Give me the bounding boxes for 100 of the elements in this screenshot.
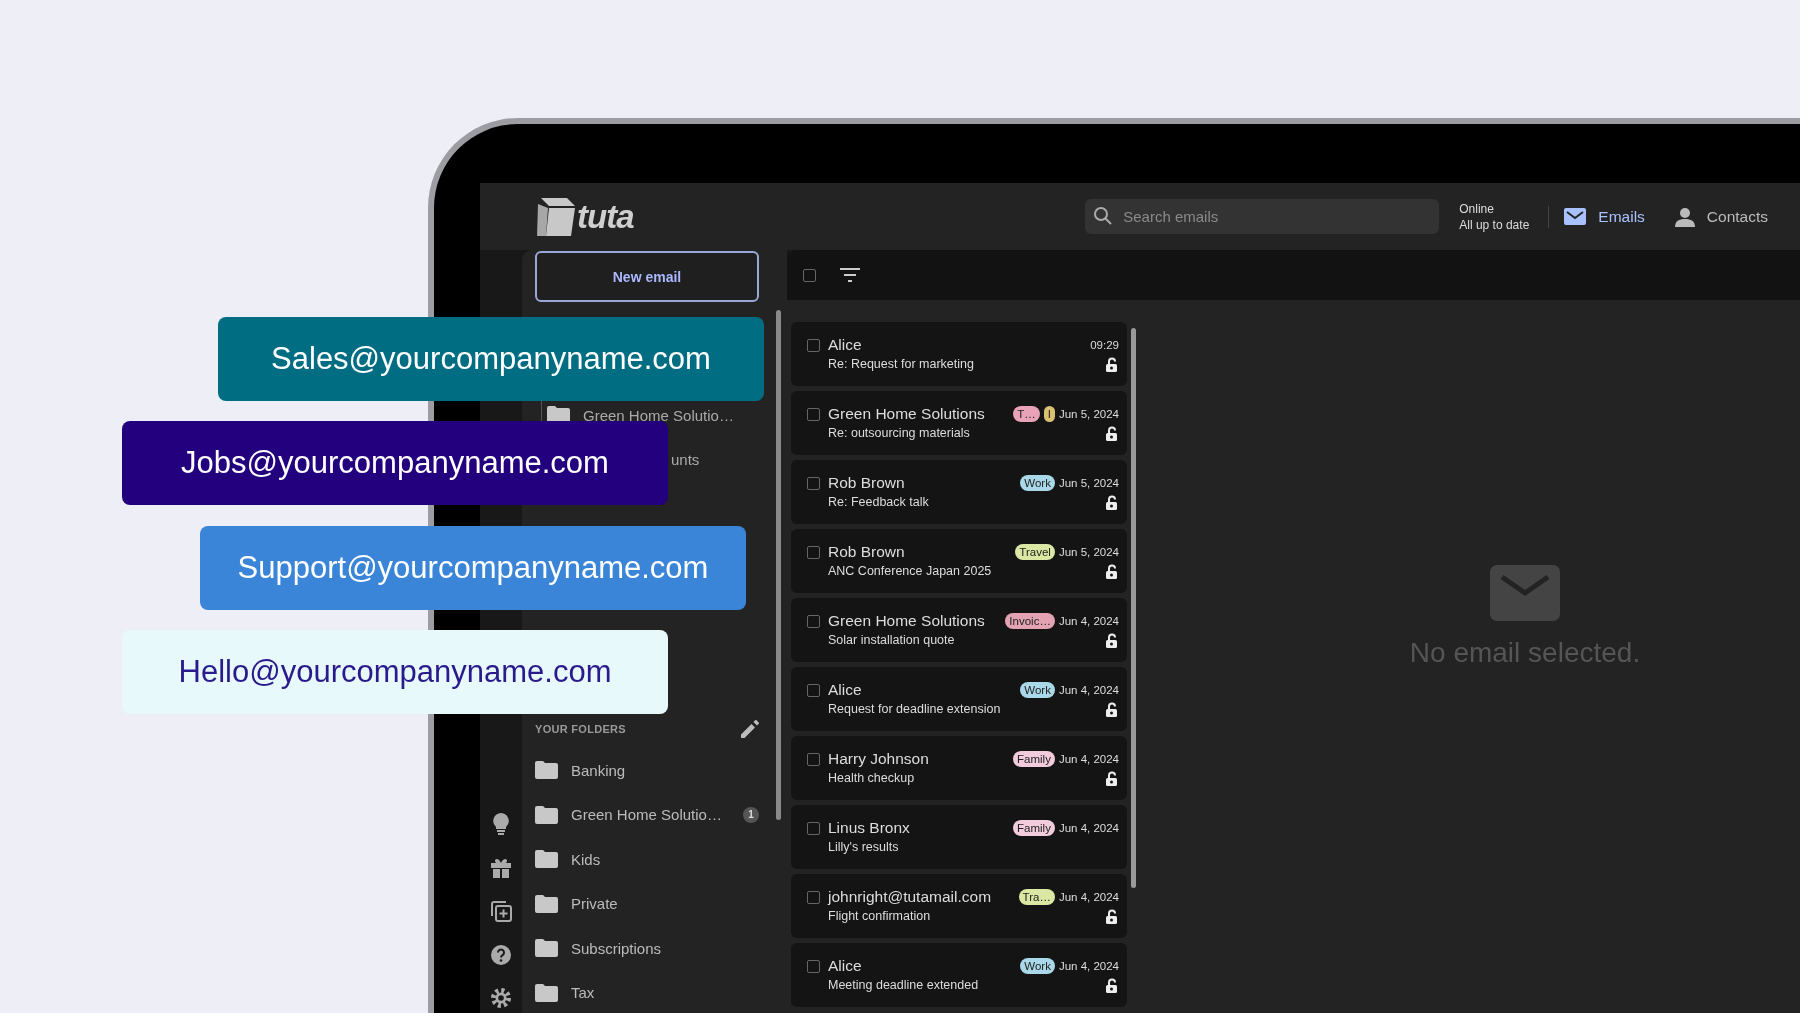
email-row[interactable]: Green Home Solutions T… I Jun 5, 2024 Re: outsourcing materials (791, 391, 1127, 455)
email-subject: Health checkup (828, 771, 916, 786)
checkbox[interactable] (803, 268, 816, 282)
label-tag: Work (1020, 958, 1055, 974)
sender-name: Rob Brown (828, 543, 906, 561)
folder-item[interactable]: Tax (571, 984, 759, 1002)
email-date: Jun 4, 2024 (1058, 822, 1119, 834)
unread-badge: 1 (743, 806, 759, 823)
sender-name: Rob Brown (828, 474, 906, 492)
email-row[interactable]: Alice Work Jun 4, 2024 Meeting deadline extended (791, 943, 1127, 1007)
nav-tab[interactable]: Emails (1564, 207, 1645, 226)
email-date: Jun 4, 2024 (1058, 753, 1119, 765)
folder-icon (535, 983, 558, 1002)
search-field[interactable]: Search emails (1085, 199, 1440, 234)
email-row[interactable]: Alice Work Jun 4, 2024 Request for deadline extension (791, 667, 1127, 731)
checkbox[interactable] (807, 614, 820, 628)
logo-text: tuta (577, 197, 634, 236)
folder-item[interactable]: Kids (571, 850, 759, 868)
section-heading: YOUR FOLDERS (535, 723, 626, 735)
checkbox[interactable] (807, 821, 820, 835)
checkbox[interactable] (807, 338, 820, 352)
scrollbar[interactable] (776, 310, 781, 820)
email-row[interactable]: Harry Johnson Family Jun 4, 2024 Health checkup (791, 736, 1127, 800)
folder-item[interactable]: Green Home Solutio… (571, 806, 730, 824)
address-card: Hello@yourcompanyname.com (122, 630, 668, 714)
envelope-icon (1490, 565, 1560, 621)
label-tag: T… (1013, 406, 1040, 422)
label-tag: Travel (1015, 544, 1055, 560)
sender-name: Linus Bronx (828, 819, 911, 837)
person-icon (1674, 206, 1695, 227)
lightbulb-icon[interactable] (493, 813, 509, 835)
gift-icon[interactable] (491, 858, 511, 878)
scrollbar[interactable] (1131, 328, 1136, 888)
email-date: Jun 5, 2024 (1058, 546, 1119, 558)
email-subject: Meeting deadline extended (828, 978, 980, 993)
email-subject: Solar installation quote (828, 633, 956, 648)
email-row[interactable]: Linus Bronx Family Jun 4, 2024 Lilly's results (791, 805, 1127, 869)
filter-icon[interactable] (840, 268, 860, 282)
email-date: Jun 5, 2024 (1058, 408, 1119, 420)
checkbox[interactable] (807, 752, 820, 766)
email-date: 09:29 (1090, 339, 1119, 351)
address-card: Sales@yourcompanyname.com (218, 317, 764, 401)
email-subject: Flight confirmation (828, 909, 932, 924)
checkbox[interactable] (807, 890, 820, 904)
folder-icon (535, 805, 558, 824)
envelope-icon (1564, 208, 1587, 225)
sender-name: Harry Johnson (828, 750, 930, 768)
search-icon (1093, 206, 1114, 226)
email-date: Jun 5, 2024 (1058, 477, 1119, 489)
email-date: Jun 4, 2024 (1058, 615, 1119, 627)
logo-icon (537, 197, 575, 236)
checkbox[interactable] (807, 959, 820, 973)
email-row[interactable]: Green Home Solutions Invoic… Jun 4, 2024 Solar installation quote (791, 598, 1127, 662)
label-tag: Work (1020, 475, 1055, 491)
checkbox[interactable] (807, 683, 820, 697)
pencil-icon[interactable] (741, 720, 759, 738)
folder-icon (535, 850, 558, 869)
new-email-button[interactable]: New email (535, 251, 759, 302)
email-subject: ANC Conference Japan 2025 (828, 564, 993, 579)
sender-name: Alice (828, 681, 863, 699)
add-icon[interactable] (490, 901, 512, 922)
email-subject: Re: outsourcing materials (828, 426, 971, 441)
sender-name: Alice (828, 957, 863, 975)
email-date: Jun 4, 2024 (1058, 891, 1119, 903)
email-date: Jun 4, 2024 (1058, 684, 1119, 696)
folder-item[interactable]: Green Home Solutio… (583, 406, 734, 424)
email-row[interactable]: Alice 09:29 Re: Request for marketing (791, 322, 1127, 386)
folder-item[interactable]: Banking (571, 761, 759, 779)
sender-name: Alice (828, 336, 863, 354)
folder-item[interactable]: Private (571, 895, 759, 913)
label-tag: I (1043, 406, 1055, 422)
address-card: Support@yourcompanyname.com (200, 526, 746, 610)
email-subject: Re: Request for marketing (828, 357, 975, 372)
email-date: Jun 4, 2024 (1058, 960, 1119, 972)
label-tag: Family (1013, 751, 1055, 767)
email-subject: Request for deadline extension (828, 702, 1002, 717)
address-card: Jobs@yourcompanyname.com (122, 421, 668, 505)
checkbox[interactable] (807, 545, 820, 559)
email-row[interactable]: Rob Brown Work Jun 5, 2024 Re: Feedback talk (791, 460, 1127, 524)
sender-name: Green Home Solutions (828, 405, 986, 423)
email-row[interactable]: johnright@tutamail.com Tra… Jun 4, 2024 Flight confirmation (791, 874, 1127, 938)
email-row[interactable]: Rob Brown Travel Jun 5, 2024 ANC Conference Japan 2025 (791, 529, 1127, 593)
label-tag: Tra… (1018, 889, 1055, 905)
email-subject: Re: Feedback talk (828, 495, 930, 510)
sender-name: johnright@tutamail.com (828, 888, 993, 906)
folder-item[interactable]: Subscriptions (571, 939, 759, 957)
help-icon[interactable] (491, 945, 511, 965)
sender-name: Green Home Solutions (828, 612, 986, 630)
sync-status: All up to date (1459, 216, 1530, 233)
folder-icon (535, 761, 558, 780)
folder-item[interactable]: unts (671, 451, 700, 468)
checkbox[interactable] (807, 407, 820, 421)
folder-icon (535, 894, 558, 913)
nav-tab[interactable]: Contacts (1674, 206, 1768, 227)
label-tag: Invoic… (1005, 613, 1055, 629)
folder-icon (535, 939, 558, 958)
checkbox[interactable] (807, 476, 820, 490)
settings-icon[interactable] (491, 988, 511, 1008)
label-tag: Family (1013, 820, 1055, 836)
connection-status: Online (1459, 200, 1495, 217)
